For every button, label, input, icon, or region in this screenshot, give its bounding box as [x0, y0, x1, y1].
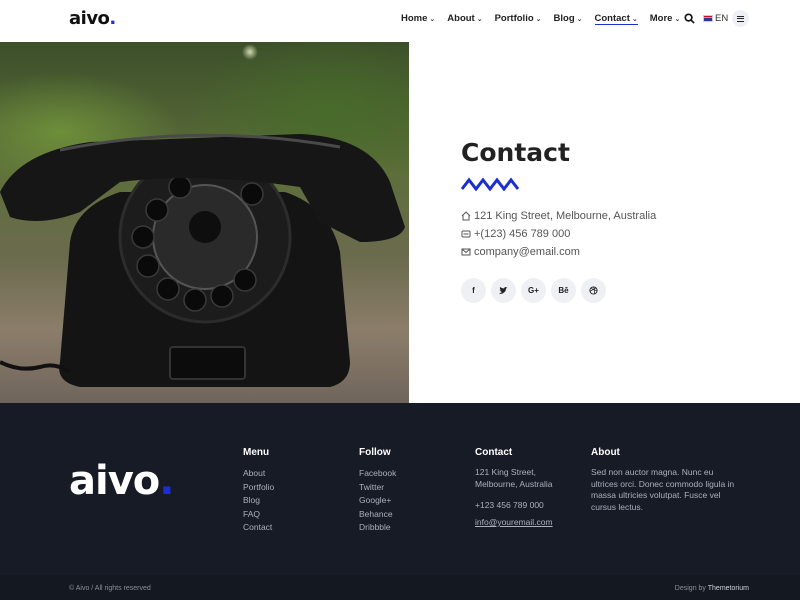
site-header: aivo. Home ⌄ About ⌄ Portfolio ⌄ Blog ⌄ Cont…	[0, 0, 800, 42]
footer-about-heading: About	[591, 447, 620, 458]
footer-link-dribbble[interactable]: Dribbble	[359, 521, 396, 535]
footer-link-contact[interactable]: Contact	[243, 521, 274, 535]
email-line: company@email.com	[461, 246, 580, 258]
design-credit: Design by Themetorium	[674, 585, 749, 592]
home-icon	[461, 211, 471, 221]
chevron-down-icon: ⌄	[631, 16, 638, 23]
chevron-down-icon: ⌄	[674, 16, 681, 23]
footer-link-behance[interactable]: Behance	[359, 508, 396, 522]
footer-link-portfolio[interactable]: Portfolio	[243, 481, 274, 495]
footer-link-twitter[interactable]: Twitter	[359, 481, 396, 495]
nav-item-contact[interactable]: Contact ⌄	[594, 13, 638, 25]
nav-item-blog[interactable]: Blog ⌄	[554, 13, 583, 25]
nav-item-more[interactable]: More ⌄	[650, 13, 681, 25]
phone-line: +(123) 456 789 000	[461, 228, 570, 240]
google-plus-icon[interactable]: G+	[521, 278, 546, 303]
chevron-down-icon: ⌄	[576, 16, 583, 23]
chevron-down-icon: ⌄	[476, 16, 483, 23]
footer-follow-heading: Follow	[359, 447, 391, 458]
footer-about-column: About Sed non auctor magna. Nunc eu ultr…	[591, 447, 739, 514]
envelope-icon	[461, 248, 471, 256]
facebook-icon[interactable]: f	[461, 278, 486, 303]
nav-item-about[interactable]: About ⌄	[447, 13, 482, 25]
social-links: f G+ Bē	[461, 278, 606, 303]
footer-link-googleplus[interactable]: Google+	[359, 494, 396, 508]
footer-contact-column: Contact 121 King Street, Melbourne, Aust…	[475, 447, 575, 530]
uk-flag-icon	[703, 15, 713, 22]
footer-link-about[interactable]: About	[243, 467, 274, 481]
dribbble-icon[interactable]	[581, 278, 606, 303]
zigzag-divider	[461, 177, 519, 191]
main-nav: Home ⌄ About ⌄ Portfolio ⌄ Blog ⌄ Contact ⌄ M…	[401, 13, 680, 25]
twitter-icon[interactable]	[491, 278, 516, 303]
footer-contact-heading: Contact	[475, 447, 513, 458]
footer-phone[interactable]: +123 456 789 000	[475, 500, 575, 512]
footer-link-faq[interactable]: FAQ	[243, 508, 274, 522]
footer-email-link[interactable]: info@youremail.com	[475, 517, 553, 527]
menu-toggle-button[interactable]	[732, 10, 749, 27]
footer-address-line2: Melbourne, Australia	[475, 478, 553, 489]
address-line: 121 King Street, Melbourne, Australia	[461, 210, 656, 222]
phone-icon	[461, 230, 471, 238]
footer-menu-heading: Menu	[243, 447, 270, 458]
language-switcher[interactable]: EN	[703, 13, 728, 24]
footer-logo[interactable]: aivo.	[69, 458, 174, 504]
footer-follow-column: Follow Facebook Twitter Google+ Behance …	[359, 447, 396, 535]
page-title: Contact	[461, 138, 570, 167]
footer-menu-column: Menu About Portfolio Blog FAQ Contact	[243, 447, 274, 535]
footer-link-blog[interactable]: Blog	[243, 494, 274, 508]
behance-icon[interactable]: Bē	[551, 278, 576, 303]
telephone-photo	[0, 42, 409, 403]
footer-about-text: Sed non auctor magna. Nunc eu ultrices o…	[591, 467, 735, 513]
search-icon[interactable]	[684, 13, 695, 24]
site-logo[interactable]: aivo.	[69, 8, 116, 29]
design-credit-link[interactable]: Themetorium	[708, 585, 749, 592]
footer-address-line1: 121 King Street,	[475, 467, 536, 477]
footer-link-facebook[interactable]: Facebook	[359, 467, 396, 481]
hamburger-icon	[737, 15, 744, 22]
chevron-down-icon: ⌄	[429, 16, 436, 23]
nav-item-home[interactable]: Home ⌄	[401, 13, 435, 25]
chevron-down-icon: ⌄	[535, 16, 542, 23]
nav-item-portfolio[interactable]: Portfolio ⌄	[495, 13, 542, 25]
copyright-text: © Aivo / All rights reserved	[69, 585, 151, 592]
